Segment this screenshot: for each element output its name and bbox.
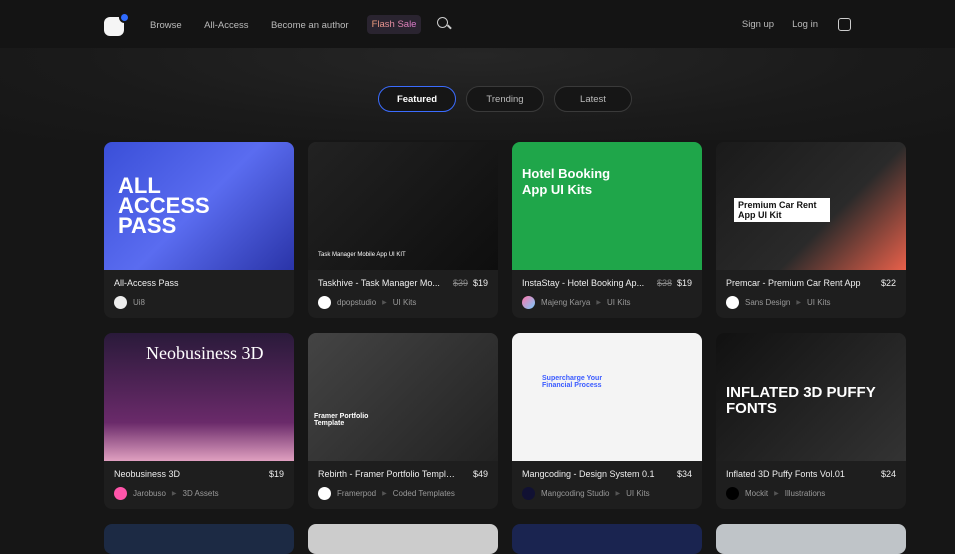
product-card[interactable] — [716, 524, 906, 554]
author-link[interactable]: Ui8 — [133, 298, 145, 307]
product-card[interactable] — [512, 524, 702, 554]
author-avatar — [522, 487, 535, 500]
author-link[interactable]: Sans Design — [745, 298, 790, 307]
author-avatar — [726, 487, 739, 500]
category-link[interactable]: UI Kits — [607, 298, 631, 307]
price: $19 — [268, 469, 284, 479]
product-card[interactable]: Hotel Booking App UI Kits InstaStay - Ho… — [512, 142, 702, 318]
product-thumbnail[interactable]: ALL ACCESS PASS — [104, 142, 294, 270]
category-link[interactable]: Illustrations — [785, 489, 825, 498]
nav-become-author[interactable]: Become an author — [271, 20, 349, 31]
thumbnail-text: INFLATED 3D PUFFY FONTS — [726, 384, 876, 417]
category-link[interactable]: UI Kits — [393, 298, 417, 307]
product-card[interactable]: Premium Car Rent App UI Kit Premcar - Pr… — [716, 142, 906, 318]
thumbnail-text: Framer Portfolio Template — [314, 413, 369, 427]
caret-right-icon: ▶ — [382, 491, 387, 497]
author-avatar — [318, 487, 331, 500]
category-link[interactable]: UI Kits — [626, 489, 650, 498]
author-avatar — [726, 296, 739, 309]
feed-tabs: Featured Trending Latest — [378, 86, 632, 112]
product-card[interactable]: ALL ACCESS PASS All-Access Pass Ui8 — [104, 142, 294, 318]
product-card[interactable] — [104, 524, 294, 554]
product-thumbnail[interactable]: Premium Car Rent App UI Kit — [716, 142, 906, 270]
caret-right-icon: ▶ — [171, 491, 177, 497]
category-link[interactable]: UI Kits — [807, 298, 831, 307]
log-in-link[interactable]: Log in — [792, 19, 818, 30]
nav-browse[interactable]: Browse — [150, 20, 182, 31]
product-card[interactable]: INFLATED 3D PUFFY FONTS Inflated 3D Puff… — [716, 333, 906, 509]
product-title[interactable]: Rebirth - Framer Portfolio Template — [318, 469, 458, 479]
category-link[interactable]: Coded Templates — [393, 489, 455, 498]
cart-icon[interactable] — [838, 17, 851, 31]
thumbnail-text: Premium Car Rent App UI Kit — [734, 198, 830, 222]
search-icon[interactable] — [437, 17, 451, 31]
flash-sale-button[interactable]: Flash Sale — [366, 14, 422, 34]
tab-trending[interactable]: Trending — [466, 86, 544, 112]
caret-right-icon: ▶ — [596, 300, 601, 306]
logo[interactable] — [104, 12, 130, 36]
price: $19 — [676, 278, 692, 288]
tab-featured[interactable]: Featured — [378, 86, 456, 112]
product-title[interactable]: Premcar - Premium Car Rent App — [726, 278, 861, 288]
product-card[interactable]: Neobusiness 3D Neobusiness 3D $19 Jarobu… — [104, 333, 294, 509]
author-avatar — [522, 296, 535, 309]
thumbnail-text: ALL ACCESS PASS — [118, 173, 210, 238]
product-thumbnail[interactable]: Hotel Booking App UI Kits — [512, 142, 702, 270]
author-avatar — [114, 487, 127, 500]
product-thumbnail[interactable]: INFLATED 3D PUFFY FONTS — [716, 333, 906, 461]
caret-right-icon: ▶ — [615, 491, 621, 497]
price: $34 — [676, 469, 692, 479]
thumbnail-text: Neobusiness 3D — [146, 343, 264, 363]
author-link[interactable]: Majeng Karya — [541, 298, 590, 307]
product-card[interactable]: Supercharge Your Financial Process Mangc… — [512, 333, 702, 509]
sign-up-link[interactable]: Sign up — [742, 19, 774, 30]
author-link[interactable]: Framerpod — [337, 489, 376, 498]
thumbnail-text: Supercharge Your Financial Process — [542, 375, 603, 389]
caret-right-icon: ▶ — [774, 491, 779, 497]
product-title[interactable]: All-Access Pass — [114, 278, 179, 288]
product-title[interactable]: Inflated 3D Puffy Fonts Vol.01 — [726, 469, 845, 479]
price: $22 — [880, 278, 896, 288]
caret-right-icon: ▶ — [796, 300, 801, 306]
thumbnail-text: Hotel Booking App UI Kits — [522, 166, 611, 197]
old-price: $38 — [656, 278, 672, 288]
top-nav: Browse All-Access Become an author Flash… — [0, 0, 955, 48]
product-thumbnail[interactable]: Neobusiness 3D — [104, 333, 294, 461]
author-link[interactable]: Mockit — [745, 489, 768, 498]
product-thumbnail[interactable]: Task Manager Mobile App UI KIT — [308, 142, 498, 270]
author-avatar — [114, 296, 127, 309]
author-link[interactable]: Mangcoding Studio — [541, 489, 610, 498]
price: $19 — [472, 278, 488, 288]
product-title[interactable]: Taskhive - Task Manager Mo... — [318, 278, 440, 288]
category-link[interactable]: 3D Assets — [183, 489, 219, 498]
caret-right-icon: ▶ — [382, 300, 387, 306]
product-thumbnail[interactable]: Framer Portfolio Template — [308, 333, 498, 461]
product-title[interactable]: InstaStay - Hotel Booking Ap... — [522, 278, 644, 288]
product-card[interactable]: Task Manager Mobile App UI KIT Taskhive … — [308, 142, 498, 318]
nav-all-access[interactable]: All-Access — [204, 20, 248, 31]
thumbnail-text: Task Manager Mobile App UI KIT — [318, 252, 406, 258]
old-price: $39 — [452, 278, 468, 288]
product-card[interactable] — [308, 524, 498, 554]
author-link[interactable]: Jarobuso — [133, 489, 166, 498]
product-title[interactable]: Neobusiness 3D — [114, 469, 180, 479]
tab-latest[interactable]: Latest — [554, 86, 632, 112]
author-avatar — [318, 296, 331, 309]
price: $24 — [880, 469, 896, 479]
product-title[interactable]: Mangcoding - Design System 0.1 — [522, 469, 655, 479]
product-thumbnail[interactable]: Supercharge Your Financial Process — [512, 333, 702, 461]
price: $49 — [472, 469, 488, 479]
author-link[interactable]: dpopstudio — [337, 298, 376, 307]
product-card[interactable]: Framer Portfolio Template Rebirth - Fram… — [308, 333, 498, 509]
